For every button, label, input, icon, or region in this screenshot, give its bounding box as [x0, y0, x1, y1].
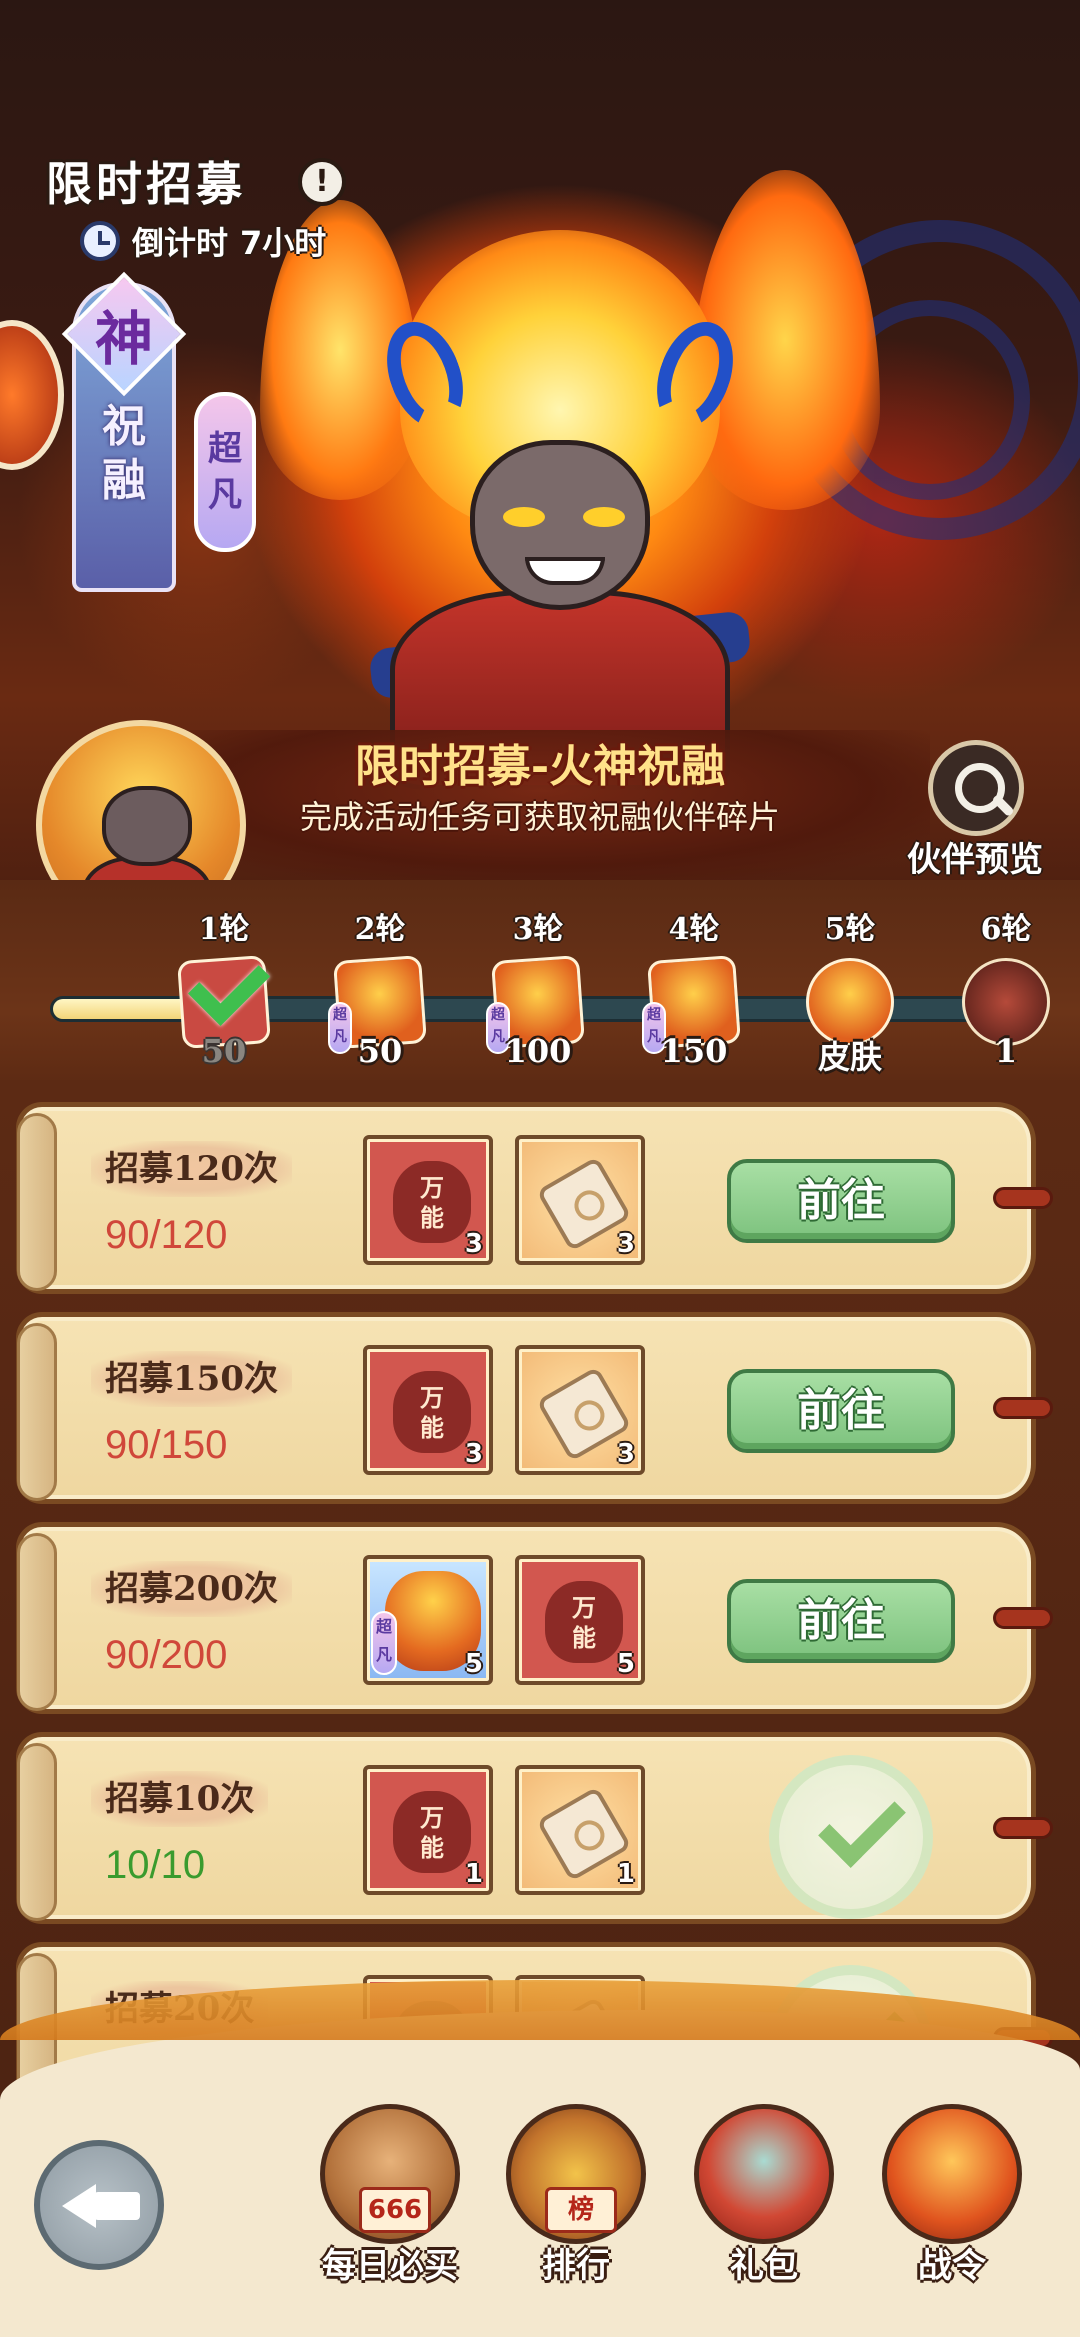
reward-count: 3 — [464, 1229, 483, 1259]
round-reward-value: 皮肤 — [817, 1038, 882, 1076]
reward-count: 1 — [464, 1859, 483, 1889]
reward-count: 3 — [464, 1439, 483, 1469]
ranking-gate-icon: 榜 — [506, 2104, 646, 2244]
reward-count: 3 — [616, 1229, 635, 1259]
hero-shard-reward[interactable]: 超凡 5 — [363, 1555, 493, 1685]
rarity-line2: 凡 — [208, 475, 242, 515]
round-reward-value: 100 — [504, 1032, 572, 1070]
round-reward-6[interactable]: 1 — [954, 958, 1058, 1070]
round-reward-2[interactable]: 超凡 50 — [328, 955, 432, 1070]
nav-ranking[interactable]: 榜 排行 — [496, 2090, 656, 2290]
hero-name-line2: 融 — [102, 455, 146, 506]
nav-label: 每日必买 — [322, 2246, 458, 2286]
round-reward-1[interactable]: 50 — [172, 943, 276, 1070]
battle-pass-icon — [882, 2104, 1022, 2244]
round-reward-4[interactable]: 超凡 150 — [642, 955, 746, 1070]
hero-name-line1: 祝 — [102, 401, 146, 452]
round-reward-value: 50 — [201, 1032, 247, 1070]
task-title: 招募200次 — [91, 1561, 292, 1617]
countdown-label: 倒计时 — [132, 224, 229, 262]
hook-decoration — [993, 1397, 1053, 1419]
back-button[interactable] — [34, 2140, 164, 2270]
round-label: 1轮 — [198, 912, 250, 947]
go-button[interactable]: 前往 — [727, 1579, 955, 1663]
countdown-value: 7小时 — [240, 224, 327, 262]
reward-count: 5 — [464, 1649, 483, 1679]
task-progress: 90/200 — [105, 1633, 228, 1677]
reward-count: 5 — [616, 1649, 635, 1679]
hook-decoration — [993, 1817, 1053, 1839]
round-reward-value: 1 — [994, 1032, 1018, 1070]
round-label: 6轮 — [980, 912, 1032, 947]
universal-shard-reward[interactable]: 万能 3 — [363, 1135, 493, 1265]
nav-battle-pass[interactable]: 战令 — [872, 2090, 1032, 2290]
task-card: 招募120次 90/120 万能 3 3 前往 — [16, 1102, 1053, 1294]
hook-decoration — [993, 1607, 1053, 1629]
round-reward-value: 50 — [357, 1032, 403, 1070]
universal-emblem-icon: 万能 — [393, 1791, 471, 1873]
partner-preview-label: 伙伴预览 — [907, 840, 1043, 880]
task-progress: 90/120 — [105, 1213, 228, 1257]
round-labels: 1轮 2轮 3轮 4轮 5轮 6轮 — [0, 904, 1080, 947]
nav-gift-pack[interactable]: 礼包 — [684, 2090, 844, 2290]
go-button[interactable]: 前往 — [727, 1369, 955, 1453]
task-title: 招募150次 — [91, 1351, 292, 1407]
rarity-badge: 超 凡 — [194, 392, 256, 552]
gift-bag-icon — [694, 2104, 834, 2244]
task-title: 招募10次 — [91, 1771, 269, 1827]
universal-emblem-icon: 万能 — [393, 1371, 471, 1453]
hook-decoration — [993, 1187, 1053, 1209]
round-reward-value: 150 — [660, 1032, 728, 1070]
round-label: 5轮 — [824, 912, 876, 947]
zhurong-character-art — [330, 230, 790, 790]
round-label: 4轮 — [668, 912, 720, 947]
go-button[interactable]: 前往 — [727, 1159, 955, 1243]
completed-check-icon — [769, 1755, 933, 1919]
nav-label: 礼包 — [730, 2246, 798, 2286]
info-icon[interactable]: ! — [298, 158, 346, 206]
task-progress: 10/10 — [105, 1843, 206, 1887]
scroll-reward[interactable]: 3 — [515, 1345, 645, 1475]
universal-emblem-icon: 万能 — [393, 1161, 471, 1243]
round-reward-5[interactable]: 皮肤 — [798, 958, 902, 1076]
rarity-line1: 超 — [208, 429, 242, 469]
back-arrow-icon — [62, 2184, 96, 2228]
nav-label: 排行 — [542, 2246, 610, 2286]
round-label: 3轮 — [512, 912, 564, 947]
tier-label: 神 — [94, 305, 153, 373]
scroll-reward[interactable]: 1 — [515, 1765, 645, 1895]
nav-daily-deals[interactable]: 666 每日必买 — [310, 2090, 470, 2290]
god-tier-diamond-icon: 神 — [72, 282, 176, 386]
round-reward-3[interactable]: 超凡 100 — [486, 955, 590, 1070]
task-card: 招募10次 10/10 万能 1 1 — [16, 1732, 1053, 1924]
task-title: 招募120次 — [91, 1141, 292, 1197]
universal-shard-reward[interactable]: 万能 3 — [363, 1345, 493, 1475]
reward-count: 1 — [616, 1859, 635, 1889]
countdown-timer: 倒计时 7小时 — [80, 218, 326, 264]
magnifier-icon — [928, 740, 1024, 836]
universal-emblem-icon: 万能 — [545, 1581, 623, 1663]
partner-preview-button[interactable]: 伙伴预览 — [880, 740, 1070, 880]
hero-name-vertical: 祝 融 — [72, 400, 176, 508]
task-card: 招募200次 90/200 超凡 5 万能 5 前往 — [16, 1522, 1053, 1714]
universal-shard-reward[interactable]: 万能 1 — [363, 1765, 493, 1895]
task-card: 招募150次 90/150 万能 3 3 前往 — [16, 1312, 1053, 1504]
page-title: 限时招募 — [46, 157, 246, 211]
clock-icon — [80, 221, 120, 261]
nav-label: 战令 — [918, 2246, 986, 2286]
monkey-666-icon: 666 — [320, 2104, 460, 2244]
scroll-reward[interactable]: 3 — [515, 1135, 645, 1265]
reward-count: 3 — [616, 1439, 635, 1469]
task-progress: 90/150 — [105, 1423, 228, 1467]
universal-shard-reward[interactable]: 万能 5 — [515, 1555, 645, 1685]
round-label: 2轮 — [354, 912, 406, 947]
rarity-mini-badge: 超凡 — [371, 1611, 397, 1675]
